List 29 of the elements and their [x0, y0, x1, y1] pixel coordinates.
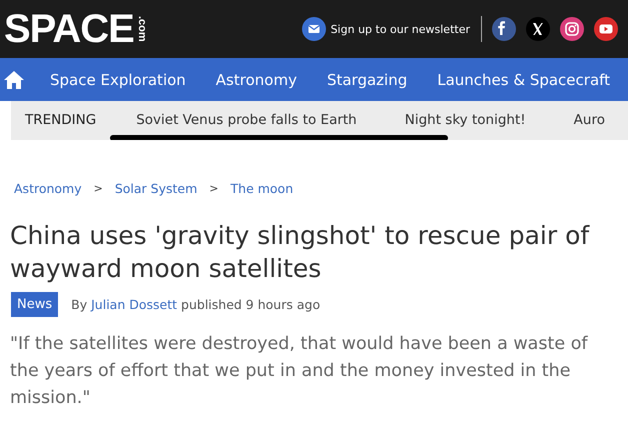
byline-text: By [71, 297, 88, 312]
mail-icon[interactable] [302, 17, 326, 41]
breadcrumb-separator: > [209, 182, 219, 194]
breadcrumb-link[interactable]: The moon [230, 180, 294, 196]
instagram-icon[interactable] [560, 17, 584, 41]
trending-label: TRENDING [25, 112, 96, 128]
nav-link[interactable]: Stargazing [326, 70, 408, 88]
trending-link[interactable]: Night sky tonight! [404, 112, 526, 128]
youtube-icon[interactable] [594, 17, 618, 41]
nav-link[interactable]: Launches & Spacecraft [437, 70, 610, 88]
category-tag[interactable]: News [11, 292, 58, 317]
logo-suffix: .com [136, 16, 148, 42]
nav-link[interactable]: Astronomy [216, 70, 297, 88]
trending-link[interactable]: Soviet Venus probe falls to Earth [136, 112, 357, 128]
breadcrumb-link[interactable]: Solar System [114, 180, 198, 196]
publish-time: published 9 hours ago [181, 297, 320, 312]
author-link[interactable]: Julian Dossett [91, 297, 178, 312]
breadcrumb-link[interactable]: Astronomy [14, 180, 82, 196]
x-logo-icon[interactable] [526, 17, 550, 41]
trending-link[interactable]: Auro [574, 112, 605, 128]
newsletter-link[interactable]: Sign up to our newsletter [330, 22, 470, 36]
home-icon[interactable] [4, 70, 24, 88]
logo[interactable]: SPACE [4, 9, 134, 49]
scrollbar[interactable] [110, 135, 448, 140]
article-quote: "If the satellites were destroyed, that would have been a waste of the years of effort that we put in and the money invested in the mission." [10, 333, 589, 410]
facebook-icon[interactable] [492, 17, 516, 41]
breadcrumb-separator: > [94, 182, 103, 194]
article-title: China uses 'gravity slingshot' to rescue pair of wayward moon satellites [10, 220, 591, 285]
nav-link[interactable]: Space Exploration [50, 70, 186, 88]
